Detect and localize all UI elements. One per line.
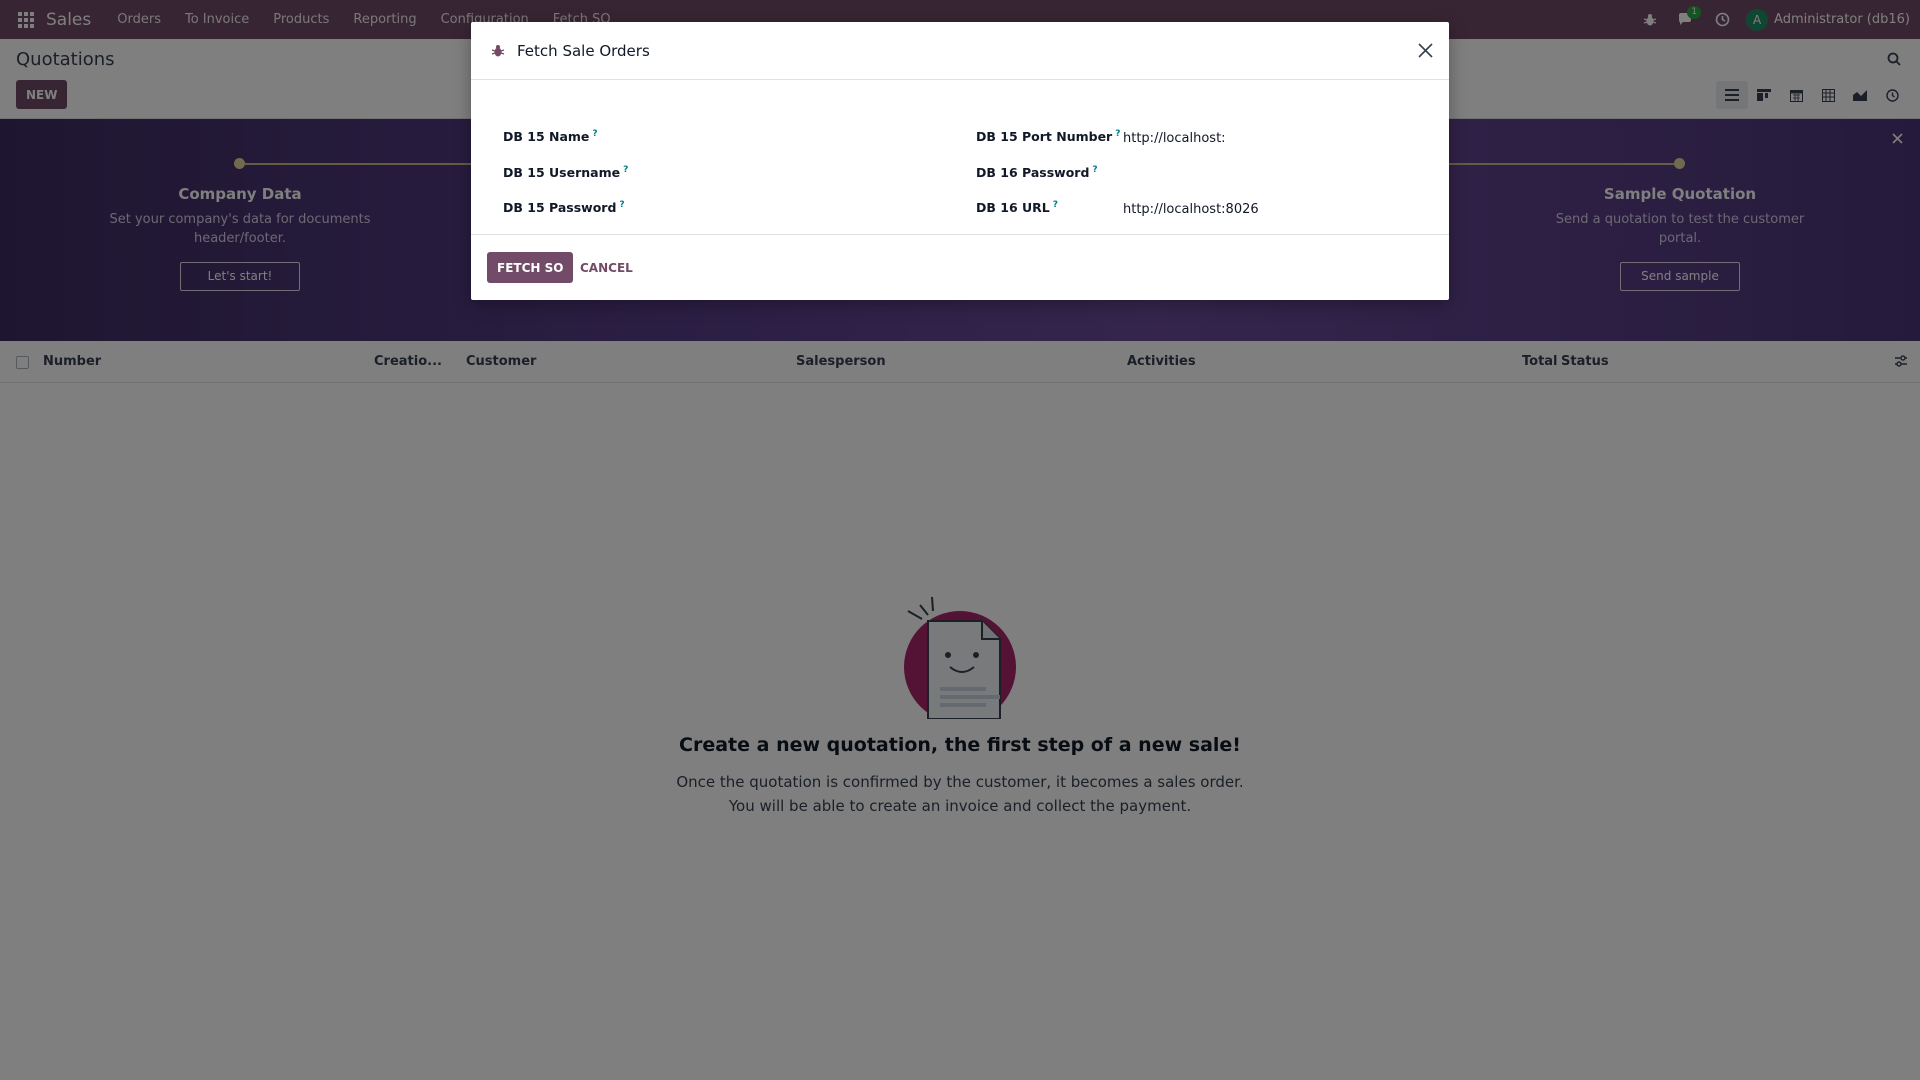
close-icon[interactable] bbox=[1414, 39, 1436, 61]
db15-name-label: DB 15 Name? bbox=[503, 129, 598, 144]
db15-port-label: DB 15 Port Number? bbox=[976, 129, 1120, 144]
db15-username-input[interactable] bbox=[623, 162, 923, 182]
bug-icon bbox=[490, 43, 506, 59]
help-marker[interactable]: ? bbox=[1092, 165, 1097, 175]
field-label-text: DB 15 Password bbox=[503, 200, 617, 216]
fetch-sale-orders-dialog: Fetch Sale Orders DB 15 Name? DB 15 User… bbox=[471, 22, 1449, 300]
db15-port-input[interactable]: http://localhost: bbox=[1123, 131, 1226, 146]
fetch-so-button[interactable]: FETCH SO bbox=[487, 252, 574, 283]
modal-header: Fetch Sale Orders bbox=[471, 22, 1449, 80]
db15-username-label: DB 15 Username? bbox=[503, 165, 628, 180]
modal-title: Fetch Sale Orders bbox=[517, 41, 650, 60]
help-marker[interactable]: ? bbox=[592, 129, 597, 139]
db16-password-label: DB 16 Password? bbox=[976, 165, 1098, 180]
cancel-button[interactable]: CANCEL bbox=[580, 252, 633, 283]
db15-password-input[interactable] bbox=[623, 197, 923, 217]
field-label-text: DB 15 Port Number bbox=[976, 129, 1113, 145]
db15-name-input[interactable] bbox=[623, 126, 923, 146]
modal-body: DB 15 Name? DB 15 Username? DB 15 Passwo… bbox=[471, 80, 1449, 234]
help-marker[interactable]: ? bbox=[1115, 129, 1120, 139]
field-label-text: DB 16 Password bbox=[976, 165, 1090, 181]
db16-password-input[interactable] bbox=[1123, 162, 1423, 182]
db16-url-input[interactable]: http://localhost:8026 bbox=[1123, 202, 1259, 217]
field-label-text: DB 15 Username bbox=[503, 165, 621, 181]
help-marker[interactable]: ? bbox=[1053, 200, 1058, 210]
modal-footer: FETCH SO CANCEL bbox=[471, 234, 1449, 300]
field-label-text: DB 16 URL bbox=[976, 200, 1050, 216]
db16-url-label: DB 16 URL? bbox=[976, 200, 1058, 215]
db15-password-label: DB 15 Password? bbox=[503, 200, 625, 215]
field-label-text: DB 15 Name bbox=[503, 129, 590, 145]
